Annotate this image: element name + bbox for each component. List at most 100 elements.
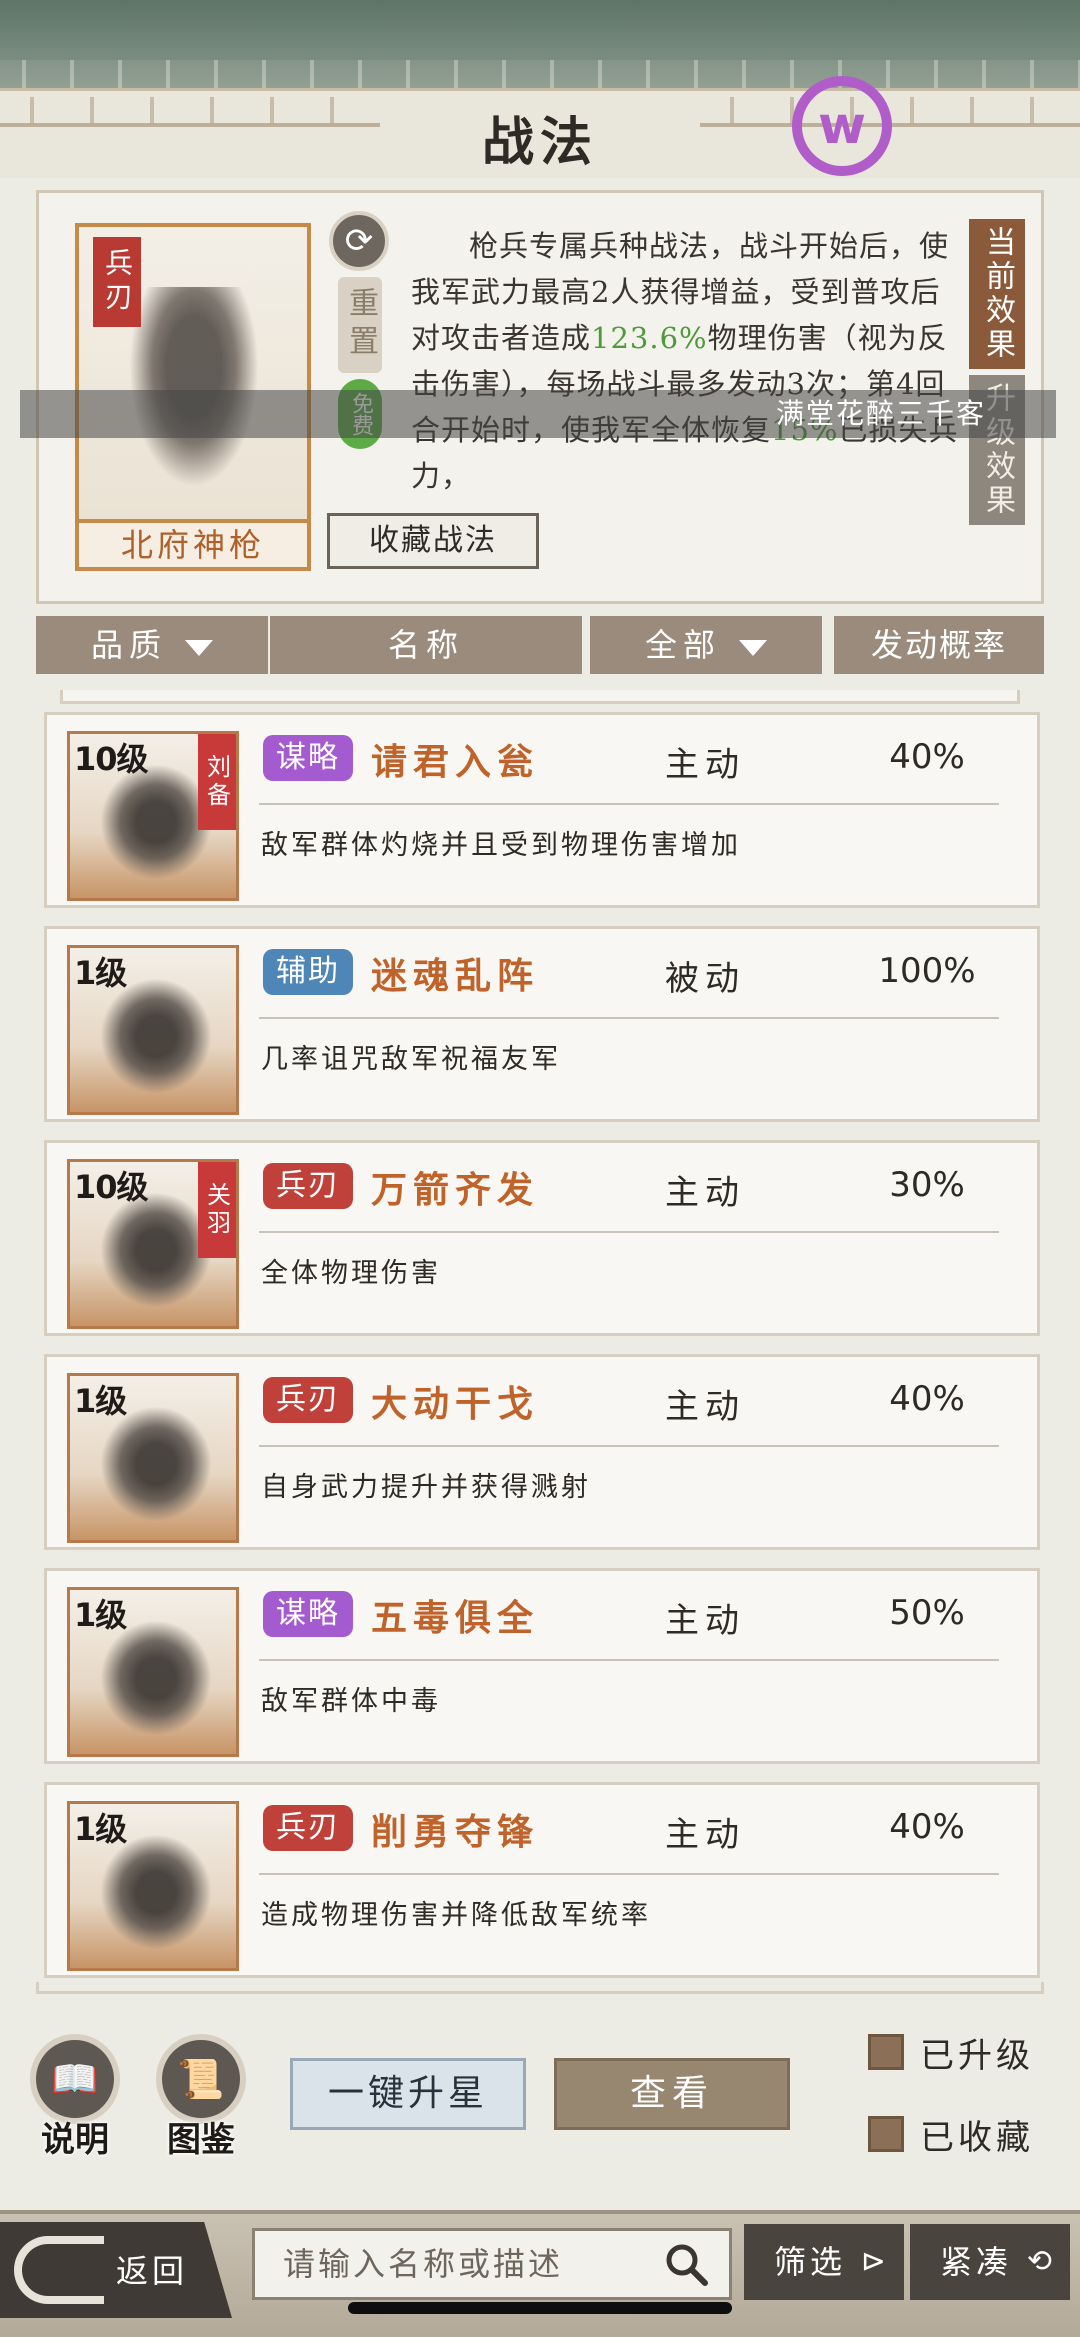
help-book-icon[interactable]: 📖 [30,2034,120,2124]
column-rate-label: 发动概率 [870,626,1007,664]
compact-toggle-button[interactable]: 紧凑 ⟲ [910,2224,1070,2300]
skill-level: 1级 [74,954,127,992]
skill-summary: 敌军群体中毒 [261,1686,441,1717]
skill-type-badge: 辅助 [263,949,353,995]
skill-mode: 主动 [665,1173,745,1213]
skill-owner-tag: 关羽 [198,1162,236,1258]
skill-type-badge: 兵刃 [263,1377,353,1423]
search-input[interactable] [255,2231,655,2297]
dropdown-triangle-icon [185,639,213,656]
help-label[interactable]: 说明 [20,2112,130,2161]
back-button[interactable]: 返回 [0,2222,232,2318]
skill-description: 枪兵专属兵种战法，战斗开始后，使我军武力最高2人获得增益，受到普攻后对攻击者造成… [411,223,961,499]
refresh-icon[interactable]: ⟳ [329,211,389,271]
filter-collected-checkbox[interactable]: 已收藏 [868,2114,1034,2158]
skill-rate: 100% [878,951,976,991]
list-scroll-edge [60,690,1020,704]
skill-row[interactable]: 10级 关羽 兵刃 万箭齐发 主动 30% 全体物理伤害 [44,1140,1040,1336]
skill-rate: 50% [889,1593,965,1633]
collect-skill-button[interactable]: 收藏战法 [327,513,539,569]
skill-mode: 主动 [665,745,745,785]
list-column-headers: 品质 名称 全部 发动概率 [36,616,1044,674]
skill-thumbnail: 10级 刘备 [67,731,239,901]
skill-art [100,1406,212,1522]
skill-name: 大动干戈 [371,1383,540,1425]
codex-scroll-icon[interactable]: 📜 [156,2034,246,2124]
column-filter-all[interactable]: 全部 [590,616,822,674]
back-arrow-icon [14,2236,104,2304]
skill-summary: 几率诅咒敌军祝福友军 [261,1044,561,1075]
skill-owner-tag: 刘备 [198,734,236,830]
skill-thumbnail: 1级 [67,1373,239,1543]
skill-name: 削勇夺锋 [371,1811,540,1853]
row-divider [259,1873,999,1875]
skill-level: 1级 [74,1382,127,1420]
skill-thumbnail: 10级 关羽 [67,1159,239,1329]
skill-rate: 40% [889,1379,965,1419]
skill-name: 万箭齐发 [371,1169,540,1211]
compact-label: 紧凑 [940,2243,1013,2281]
skill-type-badge: 兵刃 [263,1805,353,1851]
dropdown-triangle-icon [739,639,767,656]
skill-art [100,1620,212,1736]
effect-tabs: 当前效果 升级效果 [969,219,1025,525]
filter-label: 筛选 [774,2243,847,2281]
search-box[interactable] [252,2228,732,2300]
watermark-logo: w [792,76,892,176]
column-name-label: 名称 [387,626,464,664]
skill-art [100,1192,212,1308]
skill-level: 1级 [74,1596,127,1634]
skill-type-badge: 谋略 [263,735,353,781]
skill-summary: 自身武力提升并获得溅射 [261,1472,591,1503]
row-divider [259,1659,999,1661]
skill-summary: 全体物理伤害 [261,1258,441,1289]
filter-button[interactable]: 筛选 ⊳ [744,2224,904,2300]
skill-mode: 主动 [665,1601,745,1641]
skill-row[interactable]: 1级 兵刃 大动干戈 主动 40% 自身武力提升并获得溅射 [44,1354,1040,1550]
skill-row[interactable]: 1级 谋略 五毒俱全 主动 50% 敌军群体中毒 [44,1568,1040,1764]
skill-thumbnail: 1级 [67,1587,239,1757]
play-arrow-icon: ⊳ [860,2244,890,2279]
skill-row[interactable]: 1级 兵刃 削勇夺锋 主动 40% 造成物理伤害并降低敌军统率 [44,1782,1040,1978]
portrait-type-tag: 兵刃 [93,237,141,327]
column-quality[interactable]: 品质 [36,616,268,674]
skill-rate: 40% [889,737,965,777]
row-divider [259,1231,999,1233]
skill-type-badge: 兵刃 [263,1163,353,1209]
column-name[interactable]: 名称 [270,616,582,674]
back-label: 返回 [116,2252,189,2290]
tab-current-effect[interactable]: 当前效果 [969,219,1025,369]
reset-label[interactable]: 重置 [338,277,382,373]
codex-label[interactable]: 图鉴 [146,2112,256,2161]
toggle-icon: ⟲ [1026,2244,1056,2279]
skill-art [100,764,212,880]
view-button[interactable]: 查看 [554,2058,790,2130]
skill-row[interactable]: 1级 辅助 迷魂乱阵 被动 100% 几率诅咒敌军祝福友军 [44,926,1040,1122]
skill-row[interactable]: 10级 刘备 谋略 请君入瓮 主动 40% 敌军群体灼烧并且受到物理伤害增加 [44,712,1040,908]
search-icon[interactable] [663,2241,709,2287]
portrait-skill-name: 北府神枪 [79,519,307,567]
column-quality-label: 品质 [90,626,167,664]
skill-level: 10级 [74,740,149,778]
skill-name: 迷魂乱阵 [371,955,540,997]
home-indicator [348,2302,732,2314]
skill-summary: 造成物理伤害并降低敌军统率 [261,1900,651,1931]
skill-art [100,1834,212,1950]
checkbox-box[interactable] [868,2034,904,2070]
skill-thumbnail: 1级 [67,1801,239,1971]
skill-name: 五毒俱全 [371,1597,540,1639]
checkbox-label: 已升级 [920,2035,1034,2076]
list-bottom-edge [36,1982,1044,1994]
skill-rate: 40% [889,1807,965,1847]
filter-upgraded-checkbox[interactable]: 已升级 [868,2032,1034,2076]
skill-type-badge: 谋略 [263,1591,353,1637]
page-title: 战法 [481,112,598,173]
skill-mode: 主动 [665,1387,745,1427]
skill-list[interactable]: 10级 刘备 谋略 请君入瓮 主动 40% 敌军群体灼烧并且受到物理伤害增加 1… [36,690,1044,1994]
top-decor-band [0,0,1080,100]
column-rate[interactable]: 发动概率 [834,616,1044,674]
checkbox-box[interactable] [868,2116,904,2152]
skill-rate: 30% [889,1165,965,1205]
one-click-star-up-button[interactable]: 一键升星 [290,2058,526,2130]
skill-mode: 被动 [665,959,745,999]
